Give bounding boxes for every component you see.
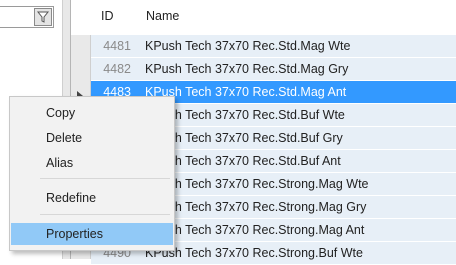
menu-item-delete[interactable]: Delete bbox=[11, 127, 173, 149]
row-name: KPush Tech 37x70 Rec.Strong.Mag Ant bbox=[145, 223, 365, 237]
filter-input[interactable] bbox=[0, 6, 54, 28]
menu-item-redefine[interactable]: Redefine bbox=[11, 187, 173, 209]
row-name: KPush Tech 37x70 Rec.Strong.Mag Gry bbox=[145, 200, 367, 214]
row-id: 4482 bbox=[103, 62, 131, 76]
context-menu: Copy Delete Alias Redefine Properties bbox=[9, 96, 175, 251]
grid-header: ID Name bbox=[71, 0, 456, 35]
row-name: KPush Tech 37x70 Rec.Strong.Mag Wte bbox=[145, 177, 369, 191]
row-id: 4481 bbox=[103, 39, 131, 53]
menu-separator bbox=[40, 178, 170, 179]
row-name: KPush Tech 37x70 Rec.Std.Mag Wte bbox=[145, 39, 351, 53]
name-column-header[interactable]: Name bbox=[146, 0, 179, 35]
table-row[interactable]: 4481 KPush Tech 37x70 Rec.Std.Mag Wte bbox=[91, 35, 456, 58]
table-row[interactable]: 4482 KPush Tech 37x70 Rec.Std.Mag Gry bbox=[91, 58, 456, 81]
row-name: KPush Tech 37x70 Rec.Strong.Buf Wte bbox=[145, 246, 363, 260]
row-name: KPush Tech 37x70 Rec.Std.Mag Gry bbox=[145, 62, 349, 76]
funnel-icon bbox=[36, 11, 50, 23]
menu-separator bbox=[40, 214, 170, 215]
menu-item-alias[interactable]: Alias bbox=[11, 152, 173, 174]
menu-item-properties[interactable]: Properties bbox=[11, 223, 173, 245]
menu-item-copy[interactable]: Copy bbox=[11, 102, 173, 124]
id-column-header[interactable]: ID bbox=[101, 0, 114, 35]
row-name: KPush Tech 37x70 Rec.Std.Mag Ant bbox=[145, 85, 347, 99]
filter-button[interactable] bbox=[34, 8, 52, 26]
